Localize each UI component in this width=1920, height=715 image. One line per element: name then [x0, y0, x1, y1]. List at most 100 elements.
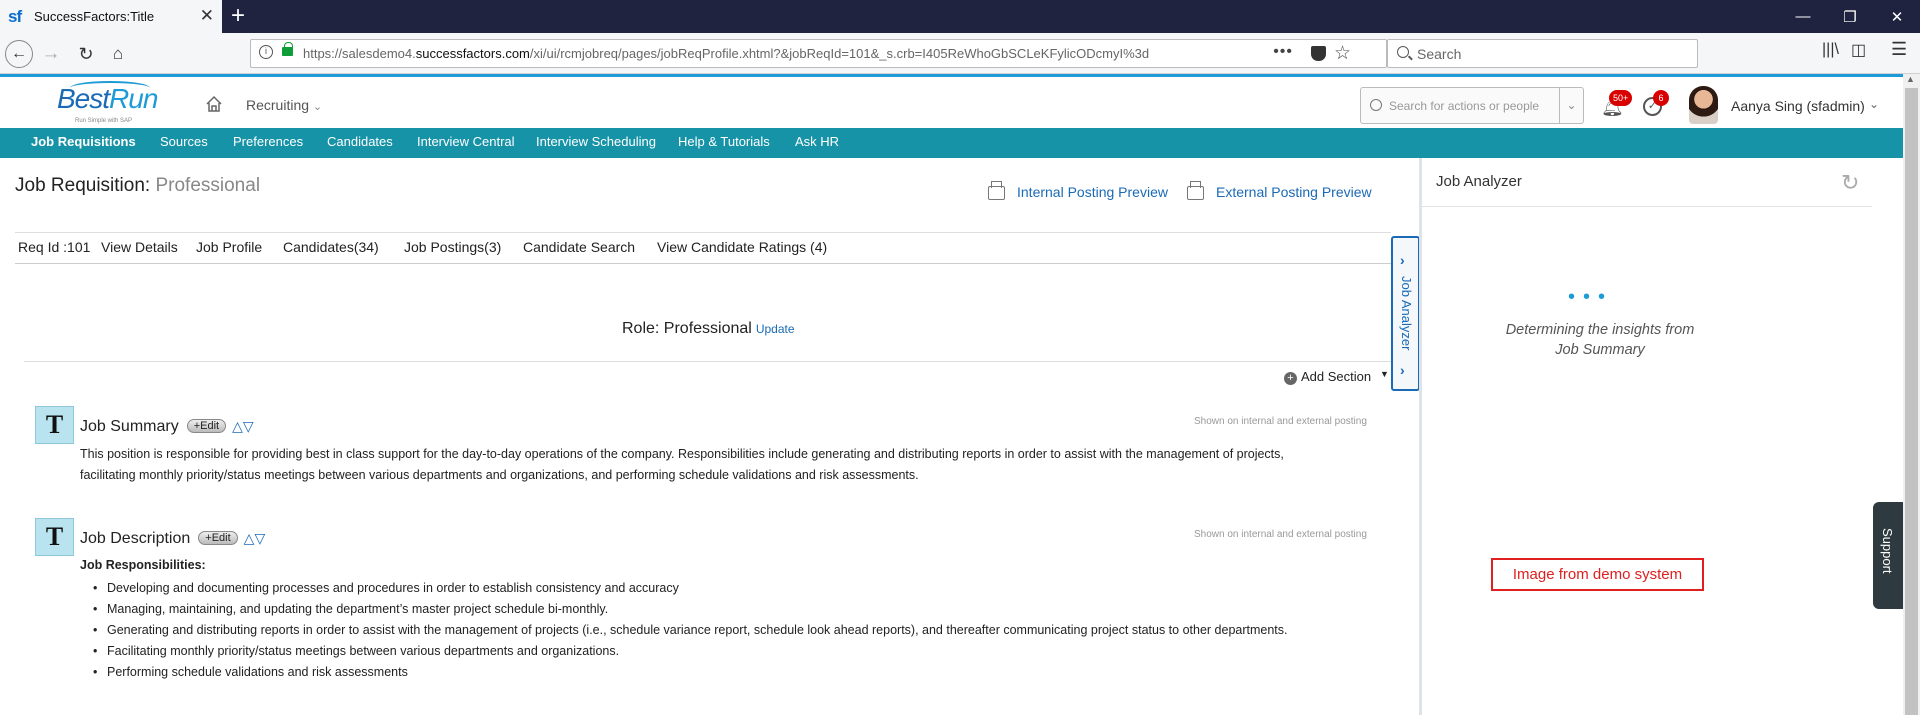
nav-preferences[interactable]: Preferences [233, 134, 303, 149]
user-name[interactable]: Aanya Sing (sfadmin) [1731, 98, 1865, 114]
nav-interview-central[interactable]: Interview Central [417, 134, 515, 149]
summary-line: This position is responsible for providi… [80, 447, 1284, 461]
job-analyzer-title: Job Analyzer [1436, 173, 1522, 190]
edit-description-button[interactable]: +Edit [198, 531, 238, 545]
divider [1422, 206, 1872, 207]
browser-navbar: ← → ↻ ⌂ i https://salesdemo4.successfact… [0, 33, 1920, 74]
tab-job-postings[interactable]: Job Postings(3) [404, 239, 501, 255]
lock-icon [282, 42, 293, 56]
scroll-up-icon[interactable]: ▲ [1906, 74, 1915, 84]
job-analyzer-panel: Job Analyzer ↻ ••• Determining the insig… [1422, 158, 1903, 715]
menu-icon[interactable]: ☰ [1891, 39, 1907, 60]
url-text: https://salesdemo4.successfactors.com/xi… [303, 46, 1150, 61]
support-button[interactable]: Support [1873, 502, 1903, 609]
list-item: Facilitating monthly priority/status mee… [93, 641, 1393, 662]
loading-dots-icon: ••• [1568, 286, 1614, 308]
move-section-arrows-icon[interactable]: △▽ [244, 530, 266, 547]
summary-line: facilitating monthly priority/status mee… [80, 468, 919, 482]
browser-search-placeholder: Search [1417, 46, 1462, 62]
tab-job-profile[interactable]: Job Profile [196, 239, 262, 255]
browser-titlebar: sf SuccessFactors:Title ✕ + — ❐ ✕ [0, 0, 1920, 33]
list-item: Developing and documenting processes and… [93, 578, 1393, 599]
tab-candidate-search[interactable]: Candidate Search [523, 239, 635, 255]
page-title: Job Requisition: Professional [15, 175, 261, 196]
nav-job-requisitions[interactable]: Job Requisitions [31, 134, 136, 149]
job-summary-heading: Job Summary +Edit △▽ [80, 418, 254, 435]
job-description-heading: Job Description +Edit △▽ [80, 530, 266, 547]
sf-search-input[interactable]: Search for actions or people ⌄ [1360, 87, 1584, 124]
job-analyzer-tab-label: Job Analyzer [1399, 276, 1414, 351]
search-icon [1397, 46, 1409, 58]
list-item: Managing, maintaining, and updating the … [93, 599, 1393, 620]
update-link[interactable]: Update [756, 322, 795, 336]
library-icon[interactable]: |||\ [1822, 41, 1839, 59]
todo-badge: 6 [1653, 90, 1669, 106]
tab-view-candidate-ratings[interactable]: View Candidate Ratings (4) [657, 239, 827, 255]
url-bar[interactable]: i https://salesdemo4.successfactors.com/… [250, 39, 1387, 68]
nav-interview-scheduling[interactable]: Interview Scheduling [536, 134, 656, 149]
minimize-icon[interactable]: — [1780, 0, 1826, 33]
nav-sources[interactable]: Sources [160, 134, 208, 149]
browser-search-bar[interactable]: Search [1387, 39, 1698, 68]
module-switcher[interactable]: Recruiting ⌄ [246, 97, 322, 113]
sf-search-placeholder: Search for actions or people [1389, 99, 1540, 113]
edit-summary-button[interactable]: +Edit [186, 419, 227, 433]
home-icon[interactable] [205, 95, 223, 113]
page-actions-icon[interactable]: ••• [1273, 43, 1293, 61]
nav-candidates[interactable]: Candidates [327, 134, 393, 149]
scrollbar-thumb[interactable] [1905, 88, 1918, 715]
posting-visibility-note: Shown on internal and external posting [1194, 529, 1367, 540]
job-summary-text: This position is responsible for providi… [80, 444, 1380, 486]
job-analyzer-collapse-tab[interactable]: › Job Analyzer › [1391, 236, 1420, 391]
tab-candidates[interactable]: Candidates(34) [283, 239, 379, 255]
close-window-icon[interactable]: ✕ [1874, 0, 1920, 33]
restore-icon[interactable]: ❐ [1827, 0, 1873, 33]
tab-title: SuccessFactors:Title [34, 9, 155, 24]
posting-visibility-note: Shown on internal and external posting [1194, 416, 1367, 427]
back-icon[interactable]: ← [5, 40, 33, 68]
printer-icon[interactable] [1187, 181, 1204, 200]
module-nav: Job Requisitions Sources Preferences Can… [0, 128, 1903, 158]
notification-badge: 50+ [1609, 90, 1633, 106]
list-item: Performing schedule validations and risk… [93, 662, 1393, 683]
reload-icon[interactable]: ↻ [72, 40, 100, 68]
bookmark-star-icon[interactable]: ☆ [1334, 42, 1351, 65]
nav-ask-hr[interactable]: Ask HR [795, 134, 839, 149]
nav-help-tutorials[interactable]: Help & Tutorials [678, 134, 770, 149]
demo-system-watermark: Image from demo system [1491, 558, 1704, 591]
add-section-button[interactable]: + Add Section [1284, 369, 1371, 385]
support-label: Support [1880, 528, 1895, 574]
plus-icon: + [1284, 372, 1297, 385]
status-line: Job Summary [1555, 342, 1645, 358]
avatar[interactable] [1689, 86, 1718, 124]
home-icon[interactable]: ⌂ [104, 40, 132, 68]
sf-header: BestRun Run Simple with SAP Recruiting ⌄… [0, 74, 1903, 128]
sidebar-icon[interactable]: ◫ [1851, 40, 1866, 60]
divider [24, 361, 1391, 362]
internal-posting-preview-link[interactable]: Internal Posting Preview [1017, 184, 1168, 200]
bestrun-logo[interactable]: BestRun [57, 83, 158, 115]
requisition-subtabs: Req Id :101 View Details Job Profile Can… [15, 232, 1391, 264]
page-scrollbar[interactable]: ▲ [1903, 74, 1920, 715]
status-line: Determining the insights from [1505, 322, 1695, 338]
job-responsibilities-subhead: Job Responsibilities: [80, 558, 206, 572]
search-icon [1370, 99, 1382, 111]
move-section-arrows-icon[interactable]: △▽ [232, 418, 254, 435]
external-posting-preview-link[interactable]: External Posting Preview [1216, 184, 1372, 200]
close-tab-icon[interactable]: ✕ [200, 6, 214, 26]
chevron-right-icon: › [1400, 362, 1405, 378]
refresh-icon[interactable]: ↻ [1841, 170, 1859, 196]
printer-icon[interactable] [988, 181, 1005, 200]
new-tab-icon[interactable]: + [231, 2, 245, 30]
forward-icon[interactable]: → [37, 40, 65, 68]
pocket-icon[interactable] [1311, 46, 1326, 61]
tab-view-details[interactable]: View Details [101, 239, 178, 255]
chevron-down-icon[interactable]: ⌄ [1869, 97, 1879, 111]
chevron-down-icon[interactable]: ⌄ [1559, 88, 1583, 123]
caret-down-icon[interactable]: ▼ [1380, 369, 1389, 379]
browser-tab[interactable]: sf SuccessFactors:Title ✕ [0, 0, 222, 33]
site-info-icon[interactable]: i [259, 45, 273, 59]
chevron-right-icon: › [1400, 252, 1405, 268]
list-item: Generating and distributing reports in o… [93, 620, 1393, 641]
successfactors-favicon: sf [8, 6, 22, 26]
